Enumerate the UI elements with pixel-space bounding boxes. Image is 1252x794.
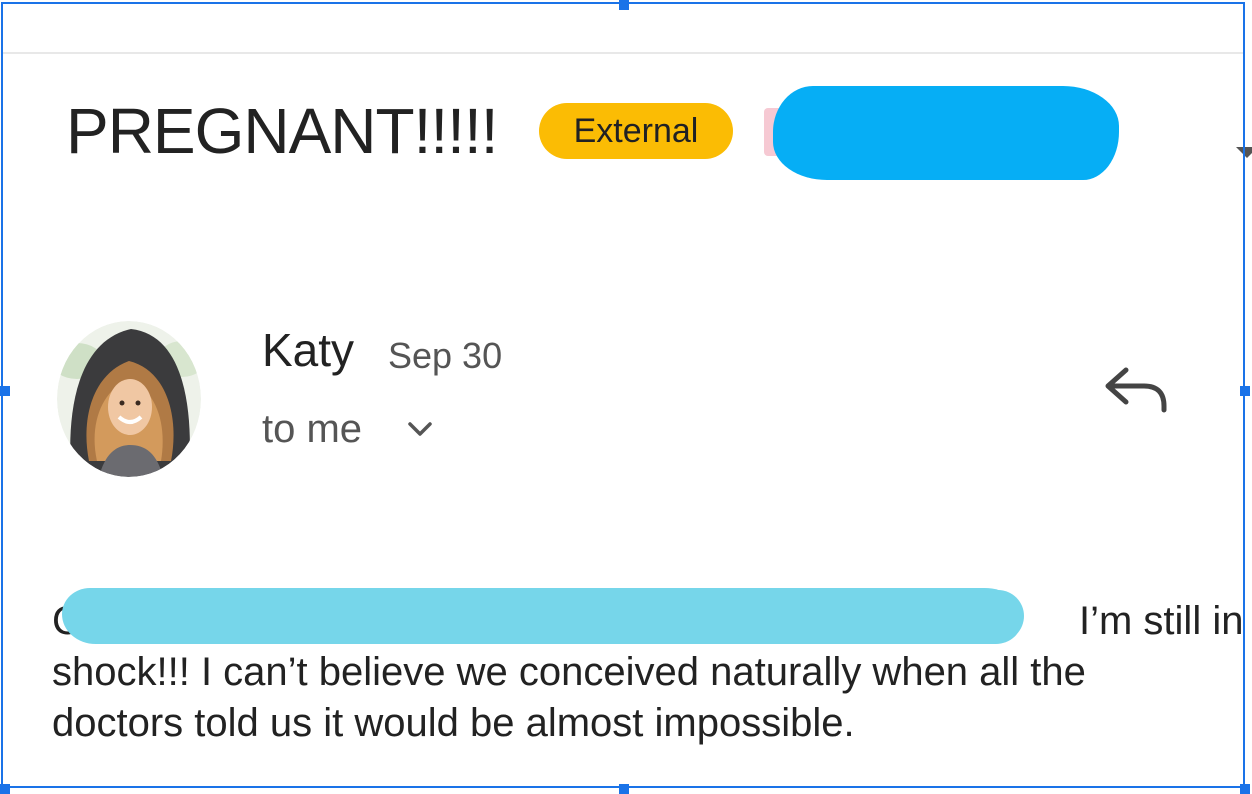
external-badge[interactable]: External <box>539 103 733 159</box>
recipient-label[interactable]: to me <box>262 405 362 453</box>
body-line-1-end: I’m still in <box>1079 599 1244 643</box>
resize-handle-top[interactable] <box>619 0 629 10</box>
avatar-photo <box>57 321 201 477</box>
sender-name: Katy <box>262 324 355 376</box>
resize-handle-bottom-right[interactable] <box>1240 784 1250 794</box>
resize-handle-bottom[interactable] <box>619 784 629 794</box>
resize-handle-left[interactable] <box>0 386 10 396</box>
more-chevron-down-icon[interactable] <box>1236 147 1252 158</box>
resize-handle-bottom-left[interactable] <box>0 784 10 794</box>
chevron-down-icon[interactable] <box>405 419 435 441</box>
body-line-3: doctors told us it would be almost impos… <box>52 701 855 745</box>
header-divider <box>2 52 1244 54</box>
redaction-mark-subject <box>773 86 1119 180</box>
resize-handle-right[interactable] <box>1240 386 1250 396</box>
body-line-2: shock!!! I can’t believe we conceived na… <box>52 650 1086 694</box>
email-subject: PREGNANT!!!!! <box>66 95 498 167</box>
redaction-mark-body-right <box>730 590 1024 642</box>
reply-icon[interactable] <box>1100 364 1172 416</box>
email-date: Sep 30 <box>388 335 503 376</box>
avatar[interactable] <box>57 321 201 477</box>
